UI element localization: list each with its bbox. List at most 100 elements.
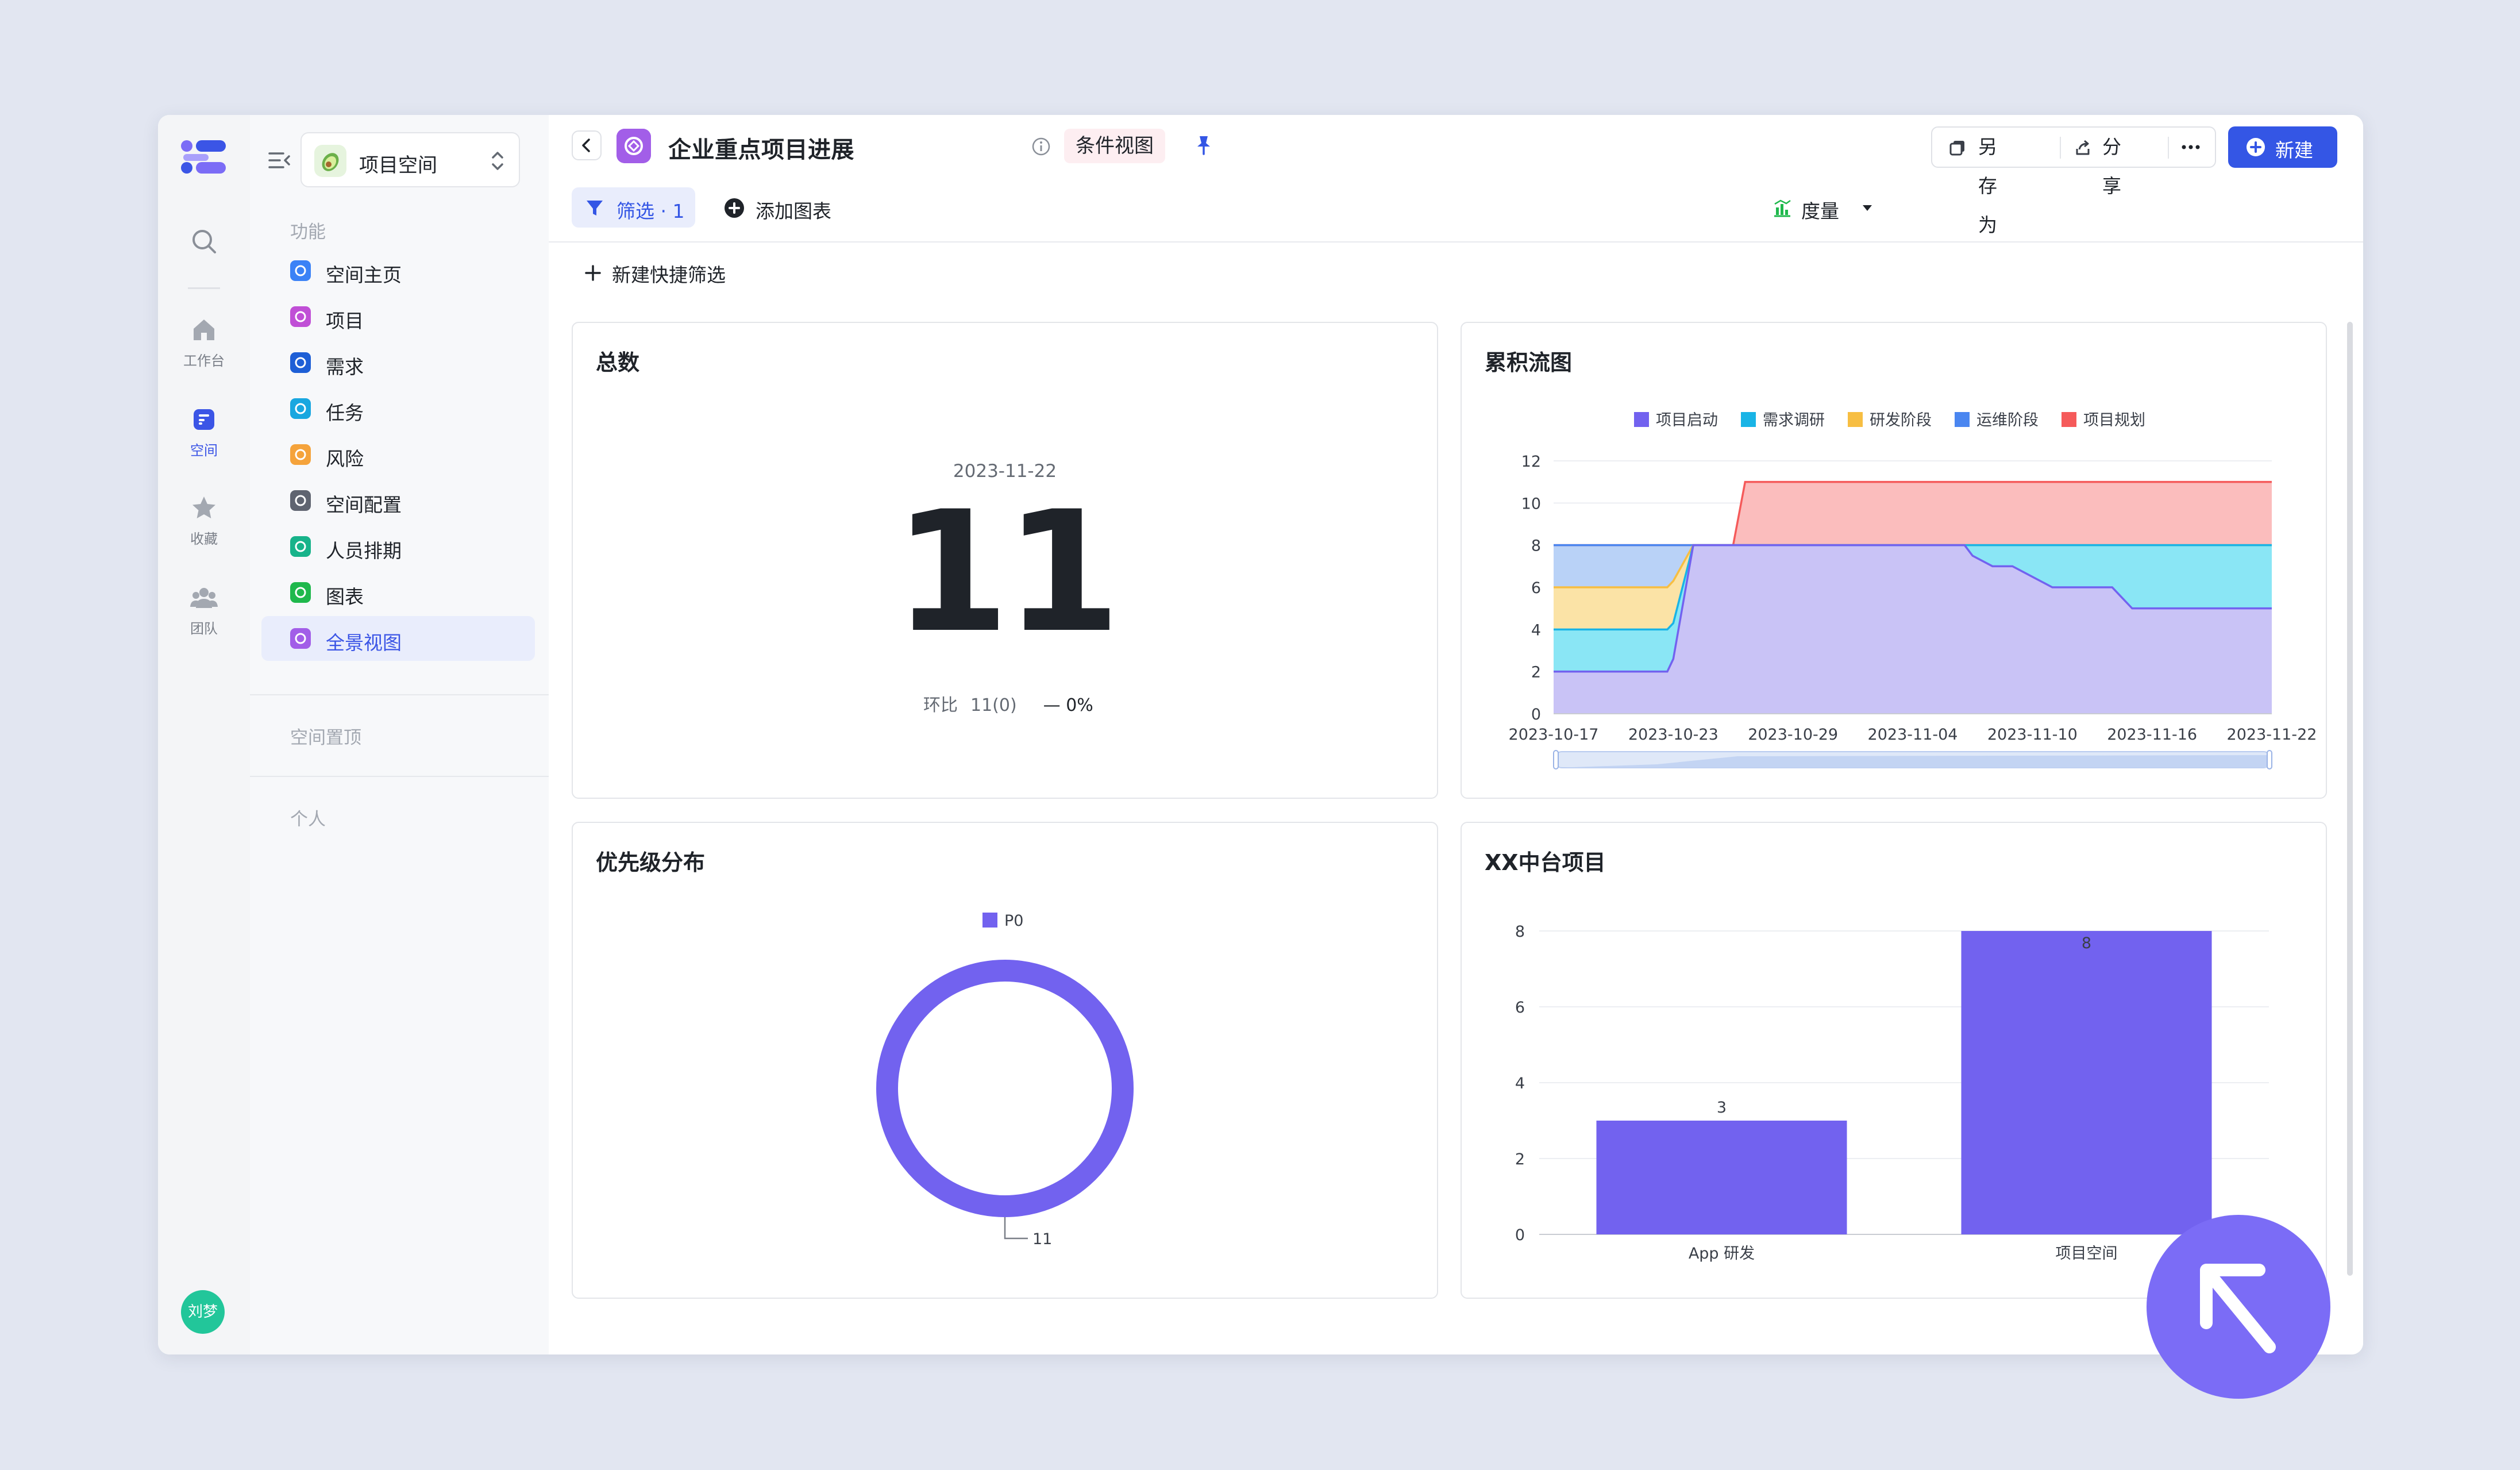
avatar[interactable]: 刘梦: [181, 1290, 225, 1334]
sidebar-item-label: 空间主页: [326, 264, 402, 286]
space-selector[interactable]: 项目空间: [300, 132, 520, 187]
app-logo-icon[interactable]: [180, 138, 228, 178]
legend-label: P0: [1004, 912, 1023, 930]
search-icon[interactable]: [190, 227, 218, 256]
divider: [2060, 137, 2061, 159]
legend-label: 项目规划: [2083, 411, 2145, 429]
sidebar-item-icon: [290, 490, 311, 511]
x-tick-label: 2023-11-04: [1868, 726, 1958, 744]
panorama-view-icon: [616, 129, 651, 163]
y-tick-label: 8: [1515, 923, 1525, 941]
stat-value: 11: [893, 476, 1121, 669]
collapse-sidebar-icon[interactable]: [267, 148, 291, 172]
avocado-icon: [314, 145, 346, 177]
bar-value-label: 8: [2082, 934, 2091, 952]
more-button[interactable]: [2176, 128, 2210, 167]
bar-value-label: 3: [1717, 1099, 1727, 1117]
legend-item[interactable]: 需求调研: [1741, 411, 1825, 429]
condition-view-tag: 条件视图: [1064, 129, 1165, 163]
y-tick-label: 2: [1531, 664, 1541, 682]
filter-button[interactable]: 筛选 · 1: [572, 187, 695, 228]
cursor-badge[interactable]: [2147, 1215, 2330, 1399]
space-icon: [194, 409, 214, 430]
scrollbar[interactable]: [2347, 322, 2353, 1276]
y-tick-label: 6: [1531, 579, 1541, 597]
sidebar-item[interactable]: 图表: [261, 570, 535, 615]
sidebar-item-icon: [290, 398, 311, 419]
sidebar-item[interactable]: 全景视图: [261, 616, 535, 661]
ratio-value: 11(0): [970, 695, 1017, 715]
filter-icon: [587, 201, 603, 216]
y-tick-label: 0: [1531, 706, 1541, 724]
back-button[interactable]: [572, 130, 602, 160]
donut-slice-p0[interactable]: [876, 960, 1134, 1217]
sidebar-item[interactable]: 空间主页: [261, 248, 535, 293]
y-tick-label: 8: [1531, 537, 1541, 555]
sidebar-item[interactable]: 任务: [261, 386, 535, 431]
legend-label: 研发阶段: [1870, 411, 1932, 429]
app-window: 工作台 空间 收藏 团队 刘梦 项目空间 功能 空间主页 项目 需求 任务 风险…: [158, 115, 2363, 1354]
cumulative-flow-chart: 项目启动 需求调研 研发阶段 运维阶段 项目规划 0 2 4 6 8 10 12 2023-10-17 2…: [1509, 411, 2317, 769]
plus-circle-icon: [725, 198, 744, 218]
bar-chart-icon: [1774, 199, 1791, 217]
info-icon[interactable]: [1031, 137, 1051, 156]
range-slider[interactable]: [1553, 750, 2272, 769]
sidebar-item-label: 任务: [326, 402, 364, 424]
legend-label: 需求调研: [1763, 411, 1825, 429]
rail-item-space[interactable]: 空间: [158, 405, 250, 459]
section-pinned[interactable]: 空间置顶: [290, 723, 361, 749]
sidebar-divider: [250, 694, 549, 695]
sidebar-item-icon: [290, 306, 311, 327]
rail-item-workbench[interactable]: 工作台: [158, 315, 250, 370]
rail-item-favorites[interactable]: 收藏: [158, 493, 250, 548]
copy-icon: [1949, 141, 1964, 156]
y-tick-label: 4: [1531, 621, 1541, 639]
rail-item-team[interactable]: 团队: [158, 583, 250, 637]
header-actions: 另存为 分享: [1931, 126, 2216, 236]
legend-item[interactable]: 项目启动: [1634, 411, 1718, 429]
range-handle-right[interactable]: [2267, 750, 2272, 769]
plus-circle-icon: [2247, 138, 2265, 156]
pin-icon[interactable]: [1192, 133, 1215, 156]
x-tick-label: App 研发: [1689, 1245, 1755, 1263]
legend-swatch: [1634, 412, 1649, 427]
sidebar: 项目空间 功能 空间主页 项目 需求 任务 风险 空间配置 人员排期 图表 全景视图 空间置顶 …: [250, 115, 550, 1354]
legend-item[interactable]: 运维阶段: [1955, 411, 2039, 429]
sidebar-divider: [250, 776, 549, 777]
sidebar-item-label: 风险: [326, 448, 364, 470]
sidebar-item[interactable]: 人员排期: [261, 524, 535, 569]
range-handle-left[interactable]: [1553, 750, 1559, 769]
toolbar: 筛选 · 1 添加图表 度量: [549, 178, 2363, 243]
divider: [2168, 137, 2169, 159]
legend-label: 项目启动: [1656, 411, 1718, 429]
card-total[interactable]: 总数 2023-11-22 11 环比 11(0) — 0%: [572, 322, 1438, 799]
home-icon: [194, 320, 214, 340]
card-cumulative-flow[interactable]: 累积流图 项目启动 需求调研 研发阶段 运维阶段 项目规划 0 2 4 6 8 10 12 2023-1…: [1461, 322, 2327, 799]
sidebar-item-icon: [290, 582, 311, 603]
sidebar-item[interactable]: 空间配置: [261, 478, 535, 523]
section-personal[interactable]: 个人: [290, 805, 326, 830]
ratio-label: 环比: [923, 695, 958, 715]
sidebar-item[interactable]: 风险: [261, 432, 535, 477]
new-button[interactable]: 新建: [2228, 126, 2337, 168]
add-chart-label: 添加图表: [756, 200, 831, 222]
sidebar-item-label: 需求: [326, 356, 364, 378]
sidebar-item-icon: [290, 352, 311, 373]
section-features: 功能: [290, 222, 326, 243]
cursor-arrow-icon: [2200, 1264, 2276, 1353]
sidebar-item-label: 图表: [326, 586, 364, 608]
period-ratio: 环比 11(0) — 0%: [923, 691, 1093, 716]
page-title: 企业重点项目进展: [668, 137, 854, 163]
legend-swatch: [1741, 412, 1756, 427]
legend-swatch: [1955, 412, 1970, 427]
bar[interactable]: [1596, 1121, 1847, 1234]
sidebar-item-icon: [290, 260, 311, 281]
legend-item[interactable]: 项目规划: [2062, 411, 2145, 429]
legend-item[interactable]: 研发阶段: [1848, 411, 1932, 429]
sidebar-item[interactable]: 项目: [261, 294, 535, 339]
card-priority[interactable]: 优先级分布 P0 11: [572, 822, 1438, 1299]
slice-value-label: 11: [1032, 1230, 1052, 1248]
bar[interactable]: [1961, 931, 2212, 1234]
legend-item[interactable]: P0: [982, 912, 1023, 930]
sidebar-item[interactable]: 需求: [261, 340, 535, 385]
